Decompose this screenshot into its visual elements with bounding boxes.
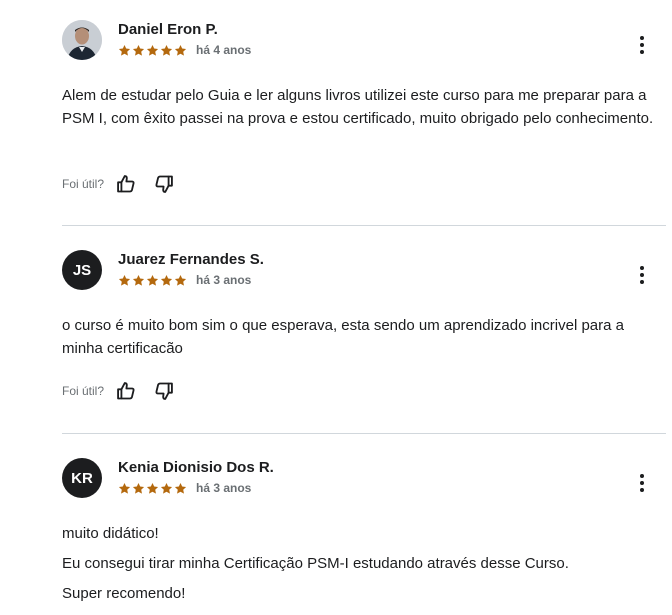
star-icon	[174, 44, 187, 57]
star-icon	[118, 44, 131, 57]
star-icon	[160, 274, 173, 287]
star-icon	[146, 482, 159, 495]
divider	[62, 433, 666, 434]
helpful-label: Foi útil?	[62, 384, 105, 398]
reviewer-name: Kenia Dionisio Dos R.	[118, 459, 274, 476]
star-icon	[132, 44, 145, 57]
star-icon	[174, 482, 187, 495]
review-text: muito didático! Eu consegui tirar minha C…	[62, 522, 662, 605]
thumbs-up-button[interactable]	[114, 379, 138, 403]
more-options-button[interactable]	[632, 35, 652, 55]
review-meta: há 3 anos	[118, 273, 251, 287]
more-options-button[interactable]	[632, 473, 652, 493]
avatar: KR	[62, 458, 102, 498]
star-icon	[132, 274, 145, 287]
star-icon	[160, 482, 173, 495]
review-meta: há 4 anos	[118, 43, 251, 57]
thumbs-down-icon	[154, 381, 174, 401]
reviewer-name: Daniel Eron P.	[118, 21, 218, 38]
thumbs-up-icon	[116, 381, 136, 401]
helpful-section: Foi útil?	[62, 172, 190, 196]
review-time: há 4 anos	[196, 43, 252, 57]
person-photo-icon	[62, 20, 102, 60]
helpful-section: Foi útil?	[62, 379, 190, 403]
review-paragraph: Eu consegui tirar minha Certificação PSM…	[62, 555, 569, 572]
helpful-label: Foi útil?	[62, 177, 105, 191]
star-icon	[174, 274, 187, 287]
reviewer-name: Juarez Fernandes S.	[118, 251, 264, 268]
star-rating	[118, 44, 187, 57]
thumbs-down-icon	[154, 174, 174, 194]
review-meta: há 3 anos	[118, 481, 251, 495]
review-text: Alem de estudar pelo Guia e ler alguns l…	[62, 84, 662, 130]
star-icon	[160, 44, 173, 57]
review-paragraph: Super recomendo!	[62, 585, 186, 602]
star-rating	[118, 274, 187, 287]
star-rating	[118, 482, 187, 495]
star-icon	[118, 274, 131, 287]
review-time: há 3 anos	[196, 273, 252, 287]
review-text: o curso é muito bom sim o que esperava, …	[62, 314, 662, 360]
kebab-icon	[640, 36, 644, 40]
review-time: há 3 anos	[196, 481, 252, 495]
review-paragraph: muito didático!	[62, 525, 159, 542]
avatar: JS	[62, 250, 102, 290]
thumbs-down-button[interactable]	[152, 379, 176, 403]
review-paragraph: Alem de estudar pelo Guia e ler alguns l…	[62, 87, 654, 127]
kebab-icon	[640, 266, 644, 270]
kebab-icon	[640, 474, 644, 478]
star-icon	[146, 274, 159, 287]
thumbs-down-button[interactable]	[152, 172, 176, 196]
divider	[62, 225, 666, 226]
star-icon	[132, 482, 145, 495]
thumbs-up-icon	[116, 174, 136, 194]
review-paragraph: o curso é muito bom sim o que esperava, …	[62, 317, 624, 357]
more-options-button[interactable]	[632, 265, 652, 285]
star-icon	[118, 482, 131, 495]
star-icon	[146, 44, 159, 57]
avatar-photo	[62, 20, 102, 60]
thumbs-up-button[interactable]	[114, 172, 138, 196]
